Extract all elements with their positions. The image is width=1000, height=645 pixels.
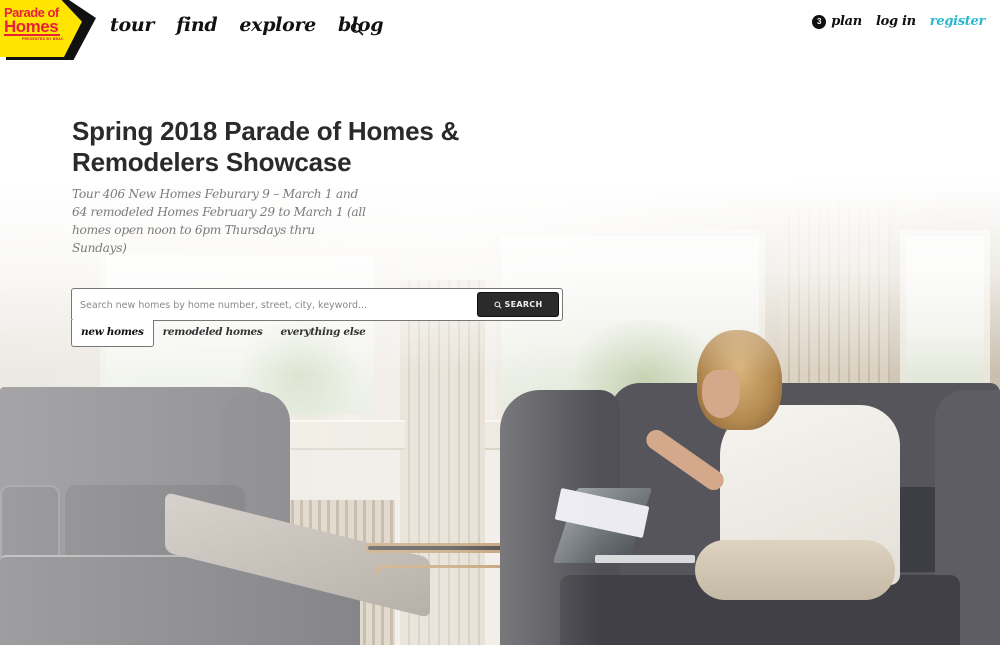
- tab-remodeled-homes[interactable]: remodeled homes: [154, 320, 272, 347]
- logo-presented-by: PRESENTED BY BBAC: [22, 37, 64, 41]
- search-icon: [493, 300, 502, 309]
- search-input[interactable]: [80, 295, 470, 315]
- search-tabs: new homes remodeled homes everything els…: [71, 320, 374, 347]
- nav-find[interactable]: find: [176, 14, 218, 36]
- tab-new-homes[interactable]: new homes: [71, 320, 154, 347]
- plan-count-badge: 3: [812, 14, 827, 29]
- search-button-label: SEARCH: [504, 300, 543, 309]
- tab-everything-else[interactable]: everything else: [272, 320, 375, 347]
- plan-link[interactable]: plan: [831, 14, 862, 29]
- nav-tour[interactable]: tour: [110, 14, 154, 36]
- search-bar: SEARCH: [71, 288, 563, 321]
- page-title: Spring 2018 Parade of Homes & Remodelers…: [72, 116, 460, 177]
- hero-subtitle: Tour 406 New Homes Feburary 9 – March 1 …: [72, 187, 366, 255]
- login-link[interactable]: log in: [876, 14, 916, 29]
- account-nav: 3 plan log in register: [812, 14, 985, 29]
- logo-text: Parade of Homes: [4, 6, 66, 36]
- parade-of-homes-logo[interactable]: Parade of Homes PRESENTED BY BBAC: [0, 0, 96, 60]
- logo-line-2: Homes: [4, 17, 60, 36]
- search-icon[interactable]: [350, 22, 364, 36]
- nav-explore[interactable]: explore: [239, 14, 316, 36]
- register-link[interactable]: register: [930, 14, 986, 29]
- search-button[interactable]: SEARCH: [477, 292, 559, 317]
